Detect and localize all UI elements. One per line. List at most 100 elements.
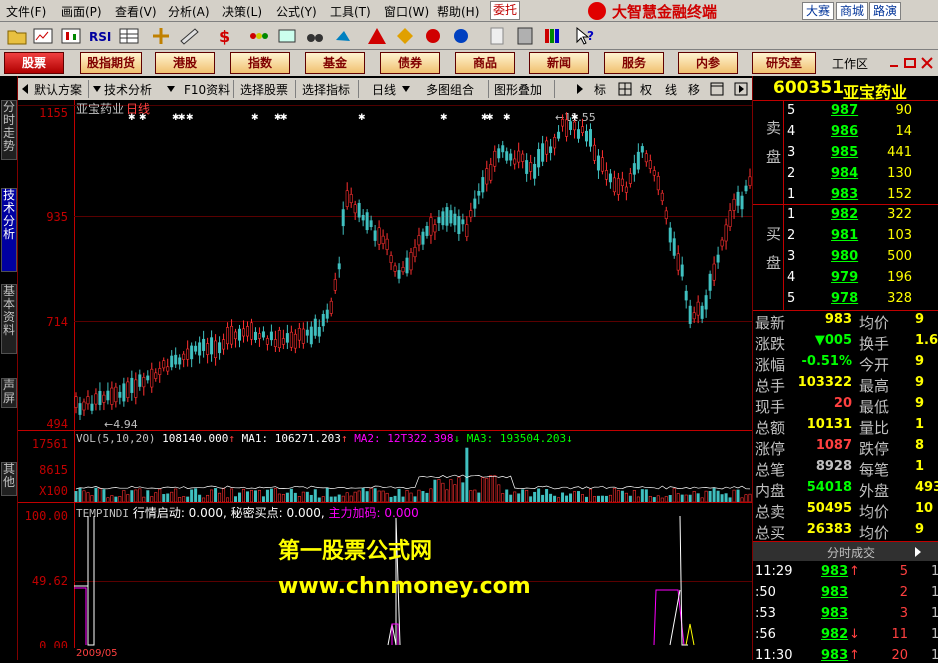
volume-bar [82,490,86,502]
volume-bar [612,488,616,502]
document-icon[interactable] [486,26,508,46]
candle-body [600,157,604,172]
buy-level: 1 [787,207,796,222]
volume-bar [309,494,313,502]
window-icon[interactable] [710,82,724,96]
stat-value: 9 [915,522,925,537]
dropdown-icon[interactable] [402,85,410,93]
chart-window-icon[interactable] [32,26,54,46]
menu-view-layout[interactable]: 画面(P) [61,3,102,20]
calc-icon[interactable] [514,26,536,46]
tab-roadshow[interactable]: 路演 [869,2,902,20]
menu-tools[interactable]: 工具(T) [330,3,371,20]
volume-bar [285,492,289,502]
line-button[interactable]: 线 [665,81,677,98]
signal-marker: ✱ [440,113,448,123]
delegate-button[interactable]: 委托 [490,1,520,20]
ruler-icon[interactable] [178,26,200,46]
rsi-icon[interactable]: RSI [88,26,114,46]
stat-label: 总买 [755,524,786,542]
menu-file[interactable]: 文件(F) [6,3,46,20]
menu-analysis[interactable]: 分析(A) [168,3,210,20]
open-folder-icon[interactable] [6,26,28,46]
left-arrow-icon[interactable] [20,83,30,95]
candle-body [509,153,513,161]
f10-button[interactable]: F10资料 [184,81,230,98]
nav-index[interactable]: 指数 [230,52,290,74]
circle-blue-icon[interactable] [450,26,472,46]
tick-volume: 11 [891,627,908,642]
forward-box-icon[interactable] [734,82,748,96]
move-button[interactable]: 移 [688,81,700,98]
nav-insider[interactable]: 内参 [678,52,738,74]
table-icon[interactable] [118,26,140,46]
select-stock-button[interactable]: 选择股票 [240,81,288,98]
tab-mall[interactable]: 商城 [836,2,869,20]
buy-volume: 500 [887,249,912,264]
books-icon[interactable] [542,26,564,46]
period-button[interactable]: 日线 [372,81,396,98]
play-arrow-icon[interactable] [913,546,923,558]
candle-body [421,231,425,245]
volume-bar [138,488,142,502]
nav-services[interactable]: 服务 [604,52,664,74]
candle-body [708,273,712,291]
nav-news[interactable]: 新闻 [529,52,589,74]
menu-decision[interactable]: 决策(L) [222,3,262,20]
broadcast-icon[interactable] [332,26,354,46]
candle-body [700,305,704,319]
dropdown-icon[interactable] [167,85,175,93]
overlay-button[interactable]: 图形叠加 [494,81,542,98]
candle-body [142,377,146,388]
volume-bar [74,491,78,502]
nav-funds[interactable]: 基金 [305,52,365,74]
candle-body [644,153,648,163]
circle-red-icon[interactable] [422,26,444,46]
alert-icon[interactable] [366,26,388,46]
crosshair-box-icon[interactable] [618,82,632,96]
menu-help[interactable]: 帮助(H) [437,3,479,20]
traffic-icon[interactable] [248,26,270,46]
tab-sound[interactable]: 声屏 [1,378,17,408]
volume-bar [86,492,90,502]
nav-bonds[interactable]: 债券 [380,52,440,74]
multi-chart-button[interactable]: 多图组合 [426,81,474,98]
kline-icon[interactable] [60,26,82,46]
mark-button[interactable]: 标 [594,81,606,98]
menu-window[interactable]: 窗口(W) [384,3,429,20]
candle-body [577,129,581,139]
sell-volume: 152 [887,187,912,202]
workarea-label[interactable]: 工作区 [832,55,868,72]
volume-bar [676,493,680,502]
tab-contest[interactable]: 大赛 [802,2,835,20]
diamond-icon[interactable] [394,26,416,46]
crosshair-icon[interactable] [150,26,172,46]
scheme-select[interactable]: 默认方案 [34,81,82,98]
dropdown-icon[interactable] [93,85,101,93]
nav-commodities[interactable]: 商品 [455,52,515,74]
tab-other[interactable]: 其他 [1,462,17,496]
rights-button[interactable]: 权 [640,81,652,98]
grid-icon[interactable] [276,26,298,46]
help-cursor-icon[interactable]: ? [574,26,596,46]
dollar-icon[interactable]: $ [214,26,236,46]
menu-formula[interactable]: 公式(Y) [276,3,317,20]
menu-view[interactable]: 查看(V) [115,3,157,20]
tech-analysis-button[interactable]: 技术分析 [104,81,152,98]
binoculars-icon[interactable] [304,26,326,46]
nav-stocks[interactable]: 股票 [4,52,64,74]
volume-bar [385,492,389,502]
nav-hk-stocks[interactable]: 港股 [155,52,215,74]
nav-research[interactable]: 研究室 [752,52,816,74]
candle-body [417,235,421,246]
window-controls-icon[interactable] [888,56,936,70]
tab-technical[interactable]: 技术分析 [1,188,17,272]
select-indicator-button[interactable]: 选择指标 [302,81,350,98]
nav-index-futures[interactable]: 股指期货 [80,52,142,74]
volume-bar [194,488,198,502]
tab-intraday[interactable]: 分时走势 [1,100,17,160]
play-arrow-icon[interactable] [575,83,585,95]
menubar: 文件(F) 画面(P) 查看(V) 分析(A) 决策(L) 公式(Y) 工具(T… [0,0,938,22]
tab-fundamentals[interactable]: 基本资料 [1,284,17,354]
candle-body [513,158,517,165]
